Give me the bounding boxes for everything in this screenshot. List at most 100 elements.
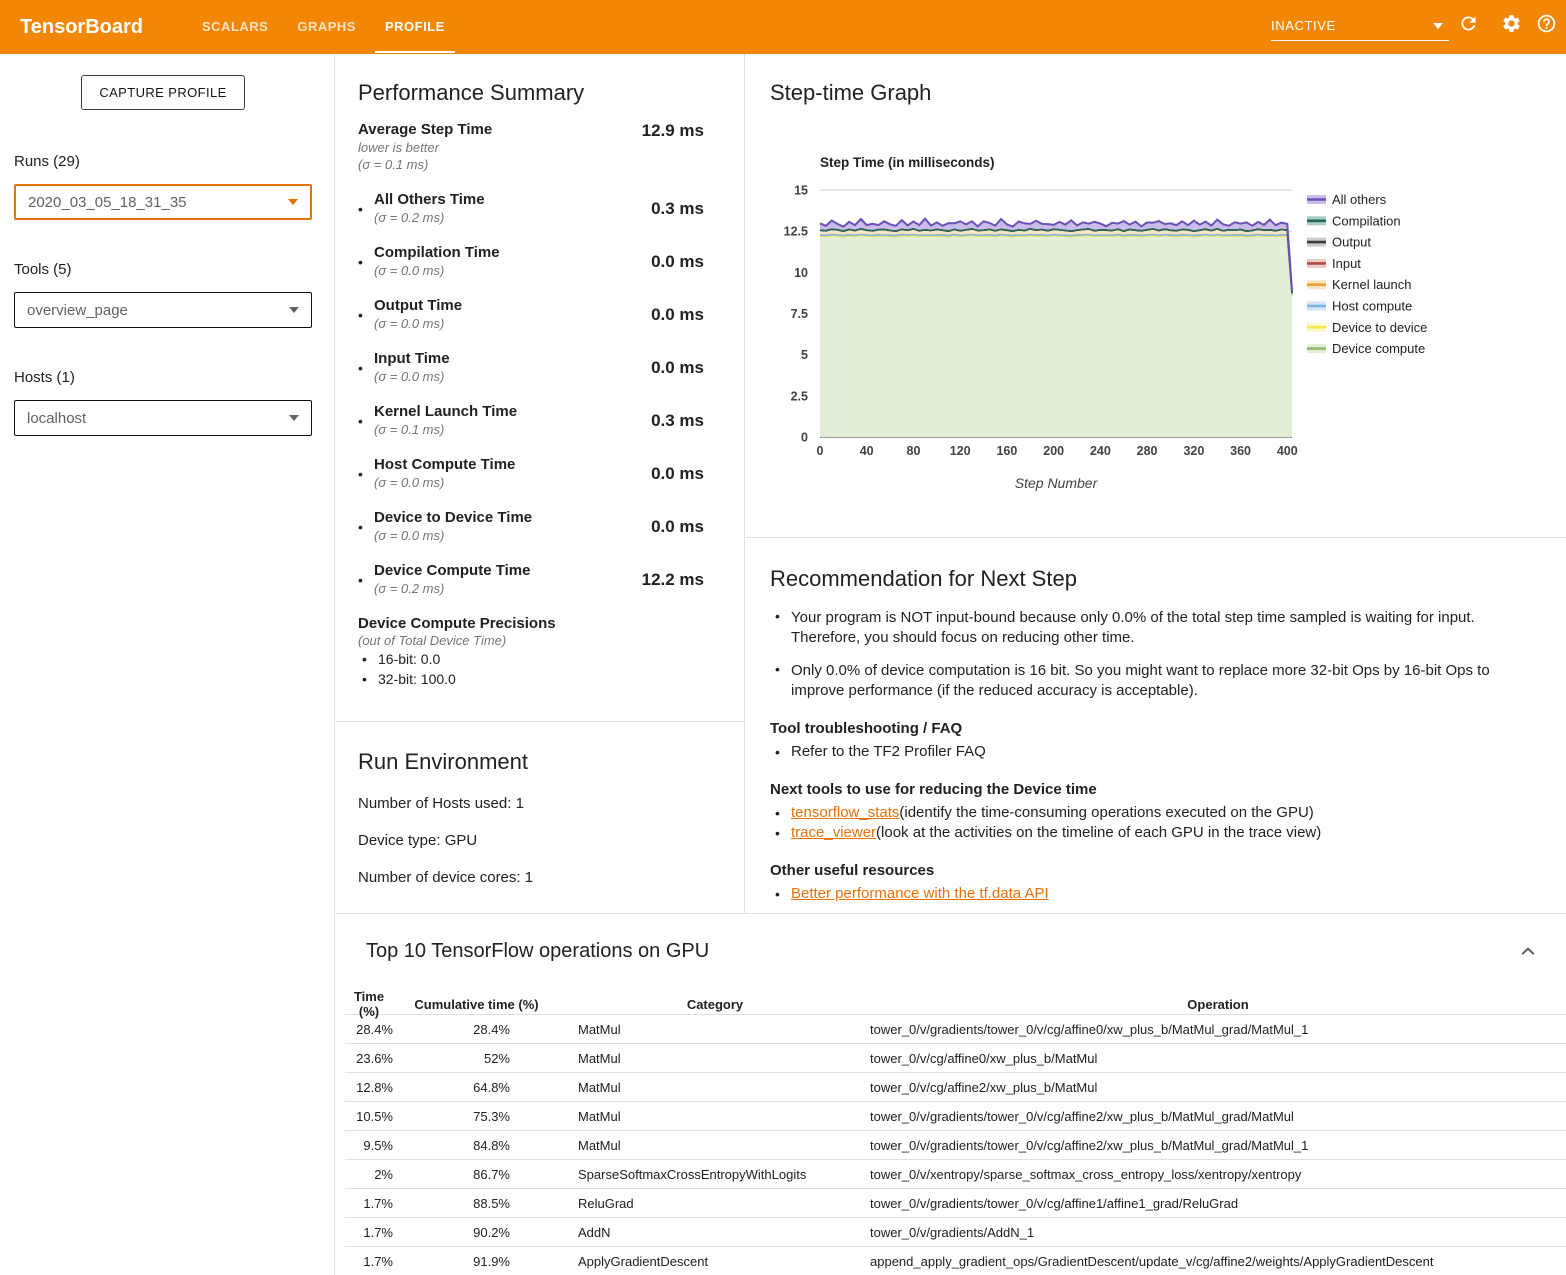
bullet-icon: • <box>770 661 791 701</box>
run-environment-line: Number of device cores: 1 <box>358 869 728 886</box>
table-row: 28.4%28.4%MatMultower_0/v/gradients/towe… <box>345 1015 1566 1044</box>
top-ops-title: Top 10 TensorFlow operations on GPU <box>366 940 709 963</box>
svg-text:280: 280 <box>1137 444 1158 458</box>
help-icon[interactable] <box>1536 13 1557 34</box>
col-header-category: Category <box>560 997 870 1012</box>
bullet-icon: • <box>358 413 374 429</box>
run-environment-title: Run Environment <box>358 749 728 775</box>
tab-graphs[interactable]: GRAPHS <box>297 0 356 54</box>
bullet-icon: • <box>770 742 791 762</box>
table-cell: tower_0/v/gradients/tower_0/v/cg/affine1… <box>870 1196 1566 1211</box>
metric-sigma: (σ = 0.0 ms) <box>374 527 604 544</box>
recommendation-card: Recommendation for Next Step •Your progr… <box>746 539 1566 904</box>
bullet-icon: • <box>770 823 791 843</box>
metric-label-block: Output Time(σ = 0.0 ms) <box>374 297 604 332</box>
table-cell: 1.7% <box>345 1196 393 1211</box>
table-cell: tower_0/v/gradients/AddN_1 <box>870 1225 1566 1240</box>
col-header-time: Time (%) <box>345 989 393 1019</box>
perf-metric-row: •Output Time(σ = 0.0 ms)0.0 ms <box>358 297 704 332</box>
metric-label-block: Device Compute Time(σ = 0.2 ms) <box>374 562 604 597</box>
recommendation-bullets: •Your program is NOT input-bound because… <box>770 608 1536 701</box>
table-row: 10.5%75.3%MatMultower_0/v/gradients/towe… <box>345 1102 1566 1131</box>
perf-metric-row: •Input Time(σ = 0.0 ms)0.0 ms <box>358 350 704 385</box>
runs-label: Runs (29) <box>14 153 80 170</box>
table-cell: 1.7% <box>345 1225 393 1240</box>
table-cell: 84.8% <box>393 1138 560 1153</box>
perf-metric-row: •Device Compute Time(σ = 0.2 ms)12.2 ms <box>358 562 704 597</box>
bullet-icon: • <box>358 466 374 482</box>
tools-select-value: overview_page <box>27 302 128 319</box>
runs-select[interactable]: 2020_03_05_18_31_35 <box>14 184 312 220</box>
gear-icon[interactable] <box>1501 13 1522 34</box>
table-cell: 86.7% <box>393 1167 560 1182</box>
refresh-icon[interactable] <box>1458 13 1479 34</box>
tfdata-api-link[interactable]: Better performance with the tf.data API <box>791 884 1049 904</box>
metric-value: 0.0 ms <box>604 305 704 325</box>
svg-text:160: 160 <box>996 444 1017 458</box>
table-cell: MatMul <box>560 1022 870 1037</box>
svg-text:400: 400 <box>1277 444 1298 458</box>
svg-text:Step Number: Step Number <box>1015 475 1099 491</box>
table-body: 28.4%28.4%MatMultower_0/v/gradients/towe… <box>345 1015 1566 1275</box>
faq-title: Tool troubleshooting / FAQ <box>770 720 1536 737</box>
faq-item-text: Refer to the TF2 Profiler FAQ <box>791 742 986 762</box>
tensorflow_stats-link[interactable]: tensorflow_stats <box>791 803 899 823</box>
performance-summary-title: Performance Summary <box>358 80 704 106</box>
hosts-label: Hosts (1) <box>14 369 75 386</box>
perf-metric-list: •All Others Time(σ = 0.2 ms)0.3 ms •Compi… <box>358 191 704 597</box>
table-cell: tower_0/v/cg/affine2/xw_plus_b/MatMul <box>870 1080 1566 1095</box>
svg-text:240: 240 <box>1090 444 1111 458</box>
table-cell: 28.4% <box>393 1022 560 1037</box>
other-resource-item: • Better performance with the tf.data AP… <box>770 884 1536 904</box>
svg-text:Compilation: Compilation <box>1332 213 1401 228</box>
performance-summary-card: Performance Summary Average Step Time lo… <box>335 54 744 722</box>
precision-item: •16-bit: 0.0 <box>358 649 704 669</box>
next-tools-title: Next tools to use for reducing the Devic… <box>770 781 1536 798</box>
other-resources-title: Other useful resources <box>770 862 1536 879</box>
recommendation-bullet: •Only 0.0% of device computation is 16 b… <box>770 661 1536 701</box>
status-select[interactable]: INACTIVE <box>1271 11 1449 41</box>
svg-text:200: 200 <box>1043 444 1064 458</box>
run-environment-lines: Number of Hosts used: 1Device type: GPUN… <box>358 795 728 886</box>
perf-metric-row: •All Others Time(σ = 0.2 ms)0.3 ms <box>358 191 704 226</box>
metric-sigma: (σ = 0.1 ms) <box>358 156 604 173</box>
run-environment-line: Device type: GPU <box>358 832 728 849</box>
bullet-icon: • <box>358 360 374 376</box>
hosts-select[interactable]: localhost <box>14 400 312 436</box>
table-cell: 2% <box>345 1167 393 1182</box>
table-cell: 52% <box>393 1051 560 1066</box>
tool-link-desc: (identify the time-consuming operations … <box>899 803 1313 823</box>
table-cell: tower_0/v/gradients/tower_0/v/cg/affine2… <box>870 1109 1566 1124</box>
table-row: 1.7%90.2%AddNtower_0/v/gradients/AddN_1 <box>345 1218 1566 1247</box>
table-cell: 75.3% <box>393 1109 560 1124</box>
table-cell: 10.5% <box>345 1109 393 1124</box>
tab-profile[interactable]: PROFILE <box>385 0 445 54</box>
tool-link-item: •tensorflow_stats (identify the time-con… <box>770 803 1536 823</box>
bullet-icon: • <box>358 307 374 323</box>
metric-label-block: Input Time(σ = 0.0 ms) <box>374 350 604 385</box>
svg-text:Output: Output <box>1332 235 1371 250</box>
tab-scalars[interactable]: SCALARS <box>202 0 268 54</box>
table-cell: tower_0/v/xentropy/sparse_softmax_cross_… <box>870 1167 1566 1182</box>
trace_viewer-link[interactable]: trace_viewer <box>791 823 876 843</box>
run-environment-card: Run Environment Number of Hosts used: 1D… <box>335 723 744 886</box>
chevron-down-icon <box>288 199 298 205</box>
metric-sigma: (σ = 0.0 ms) <box>374 315 604 332</box>
tools-select[interactable]: overview_page <box>14 292 312 328</box>
table-row: 9.5%84.8%MatMultower_0/v/gradients/tower… <box>345 1131 1566 1160</box>
metric-value: 12.2 ms <box>604 570 704 590</box>
metric-note: lower is better <box>358 139 604 156</box>
svg-text:Device to device: Device to device <box>1332 320 1427 335</box>
perf-metric-row: •Compilation Time(σ = 0.0 ms)0.0 ms <box>358 244 704 279</box>
bullet-icon: • <box>358 254 374 270</box>
metric-label-block: Host Compute Time(σ = 0.0 ms) <box>374 456 604 491</box>
tool-link-item: •trace_viewer (look at the activities on… <box>770 823 1536 843</box>
capture-profile-button[interactable]: CAPTURE PROFILE <box>81 75 245 110</box>
metric-sigma: (σ = 0.0 ms) <box>374 262 604 279</box>
precision-list: •16-bit: 0.0•32-bit: 100.0 <box>358 649 704 689</box>
chevron-up-icon[interactable] <box>1518 942 1538 962</box>
bullet-icon: • <box>770 803 791 823</box>
svg-text:Host compute: Host compute <box>1332 299 1412 314</box>
metric-label: Host Compute Time <box>374 456 604 474</box>
table-row: 12.8%64.8%MatMultower_0/v/cg/affine2/xw_… <box>345 1073 1566 1102</box>
